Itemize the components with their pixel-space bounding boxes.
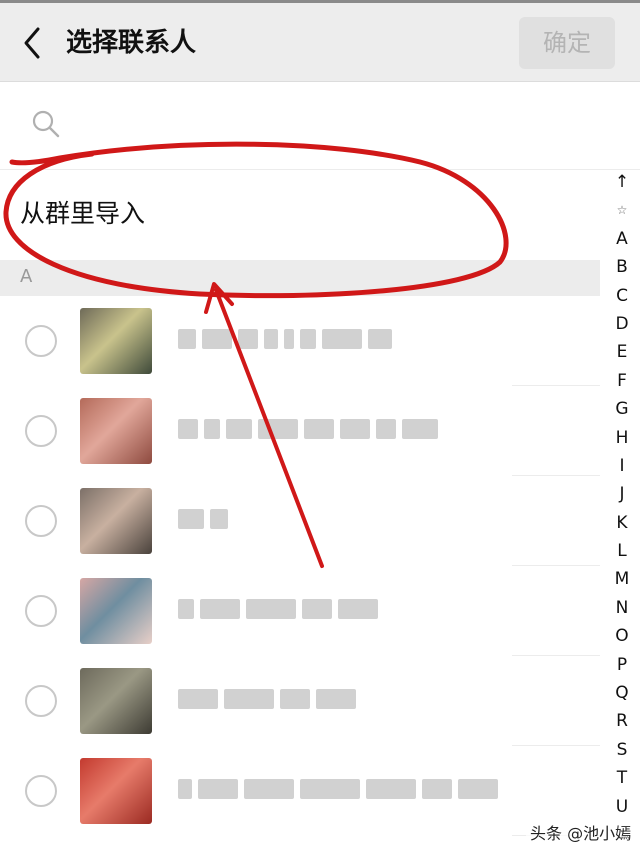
import-from-group-label: 从群里导入: [20, 199, 146, 228]
contact-list: [0, 296, 600, 836]
search-input[interactable]: [72, 106, 592, 146]
contact-name-blurred: [178, 506, 228, 532]
select-radio[interactable]: [25, 595, 57, 627]
index-letter[interactable]: N: [604, 594, 640, 622]
index-letter[interactable]: E: [604, 338, 640, 366]
index-letter[interactable]: F: [604, 367, 640, 395]
index-letter[interactable]: A: [604, 225, 640, 253]
contact-name-blurred: [178, 686, 356, 712]
index-letter[interactable]: O: [604, 622, 640, 650]
index-letter[interactable]: B: [604, 253, 640, 281]
select-radio[interactable]: [25, 505, 57, 537]
contact-name-blurred: [178, 326, 392, 352]
avatar: [80, 668, 152, 734]
contact-row[interactable]: [0, 566, 600, 656]
index-letter[interactable]: T: [604, 764, 640, 792]
search-icon: [32, 110, 60, 138]
index-letter[interactable]: L: [604, 537, 640, 565]
avatar: [80, 578, 152, 644]
index-letter[interactable]: Q: [604, 679, 640, 707]
select-radio[interactable]: [25, 325, 57, 357]
index-letter[interactable]: P: [604, 651, 640, 679]
index-letter[interactable]: K: [604, 509, 640, 537]
index-letter[interactable]: R: [604, 707, 640, 735]
nav-bar: 选择联系人 确定: [0, 3, 640, 82]
index-letter[interactable]: ☆: [604, 196, 640, 224]
contact-name-blurred: [178, 416, 438, 442]
select-radio[interactable]: [25, 775, 57, 807]
search-bar[interactable]: [0, 82, 640, 170]
avatar: [80, 398, 152, 464]
index-letter[interactable]: G: [604, 395, 640, 423]
section-letter: A: [20, 266, 33, 287]
index-letter[interactable]: I: [604, 452, 640, 480]
select-radio[interactable]: [25, 685, 57, 717]
back-button[interactable]: [18, 25, 48, 61]
index-letter[interactable]: H: [604, 424, 640, 452]
page-title: 选择联系人: [66, 28, 197, 58]
import-from-group-item[interactable]: 从群里导入: [0, 170, 600, 260]
contact-row[interactable]: [0, 476, 600, 566]
index-letter[interactable]: ↑: [604, 168, 640, 196]
avatar: [80, 308, 152, 374]
index-letter[interactable]: C: [604, 282, 640, 310]
avatar: [80, 488, 152, 554]
confirm-button[interactable]: 确定: [519, 17, 615, 69]
alphabet-index[interactable]: ↑ ☆ A B C D E F G H I J K L M N O P Q R S T U: [604, 168, 640, 821]
avatar: [80, 758, 152, 824]
index-letter[interactable]: J: [604, 480, 640, 508]
contact-row[interactable]: [0, 386, 600, 476]
select-radio[interactable]: [25, 415, 57, 447]
index-letter[interactable]: S: [604, 736, 640, 764]
contact-row[interactable]: [0, 656, 600, 746]
section-header: A: [0, 260, 600, 296]
contact-name-blurred: [178, 596, 378, 622]
contact-row[interactable]: [0, 296, 600, 386]
contact-name-blurred: [178, 776, 498, 802]
index-letter[interactable]: D: [604, 310, 640, 338]
watermark: 头条 @池小嫣: [526, 820, 636, 844]
contact-row[interactable]: [0, 746, 600, 836]
chevron-left-icon: [24, 27, 40, 59]
index-letter[interactable]: U: [604, 793, 640, 821]
index-letter[interactable]: M: [604, 565, 640, 593]
